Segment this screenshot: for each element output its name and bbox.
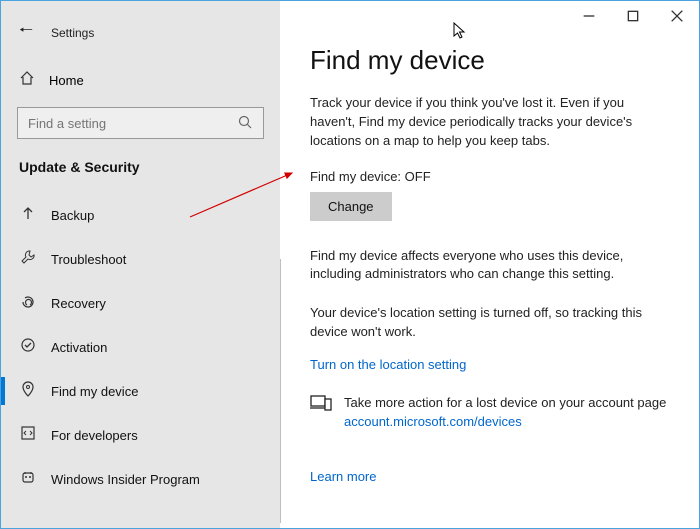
sidebar-item-activation[interactable]: Activation xyxy=(1,325,280,369)
search-box[interactable] xyxy=(17,107,264,139)
location-off-text: Your device's location setting is turned… xyxy=(310,304,669,342)
sidebar: 🠐 Settings Home Update & Security Backup… xyxy=(1,1,280,528)
recovery-icon xyxy=(19,293,37,313)
account-devices-link[interactable]: account.microsoft.com/devices xyxy=(344,414,522,429)
sidebar-item-label: Recovery xyxy=(51,296,106,311)
affects-text: Find my device affects everyone who uses… xyxy=(310,247,669,285)
section-header: Update & Security xyxy=(1,159,280,193)
account-action-row: Take more action for a lost device on yo… xyxy=(310,394,669,432)
sidebar-item-label: Activation xyxy=(51,340,107,355)
maximize-button[interactable] xyxy=(611,1,655,31)
window-controls xyxy=(279,1,699,31)
home-link[interactable]: Home xyxy=(1,60,280,107)
check-circle-icon xyxy=(19,337,37,357)
sidebar-item-recovery[interactable]: Recovery xyxy=(1,281,280,325)
insider-icon xyxy=(19,469,37,489)
wrench-icon xyxy=(19,249,37,269)
change-button[interactable]: Change xyxy=(310,192,392,221)
sidebar-item-find-my-device[interactable]: Find my device xyxy=(1,369,280,413)
intro-text: Track your device if you think you've lo… xyxy=(310,94,669,151)
location-icon xyxy=(19,381,37,401)
sidebar-item-for-developers[interactable]: For developers xyxy=(1,413,280,457)
status-text: Find my device: OFF xyxy=(310,169,669,184)
devices-icon xyxy=(310,394,332,415)
more-action-text: Take more action for a lost device on yo… xyxy=(344,395,666,410)
minimize-button[interactable] xyxy=(567,1,611,31)
home-label: Home xyxy=(49,73,84,88)
home-icon xyxy=(19,70,35,91)
developer-icon xyxy=(19,425,37,445)
content-area: Find my device Track your device if you … xyxy=(280,1,699,528)
back-button[interactable]: 🠐 xyxy=(19,19,33,46)
sidebar-item-troubleshoot[interactable]: Troubleshoot xyxy=(1,237,280,281)
window-title: Settings xyxy=(51,26,94,40)
learn-more-link[interactable]: Learn more xyxy=(310,469,376,484)
search-icon xyxy=(237,114,253,133)
sidebar-item-label: Windows Insider Program xyxy=(51,472,200,487)
sidebar-item-label: For developers xyxy=(51,428,138,443)
turn-on-location-link[interactable]: Turn on the location setting xyxy=(310,357,466,372)
sidebar-item-backup[interactable]: Backup xyxy=(1,193,280,237)
backup-icon xyxy=(19,205,37,225)
close-button[interactable] xyxy=(655,1,699,31)
page-title: Find my device xyxy=(310,45,669,76)
sidebar-item-label: Troubleshoot xyxy=(51,252,126,267)
sidebar-item-label: Find my device xyxy=(51,384,138,399)
sidebar-item-label: Backup xyxy=(51,208,94,223)
sidebar-item-insider[interactable]: Windows Insider Program xyxy=(1,457,280,501)
search-input[interactable] xyxy=(28,116,218,131)
